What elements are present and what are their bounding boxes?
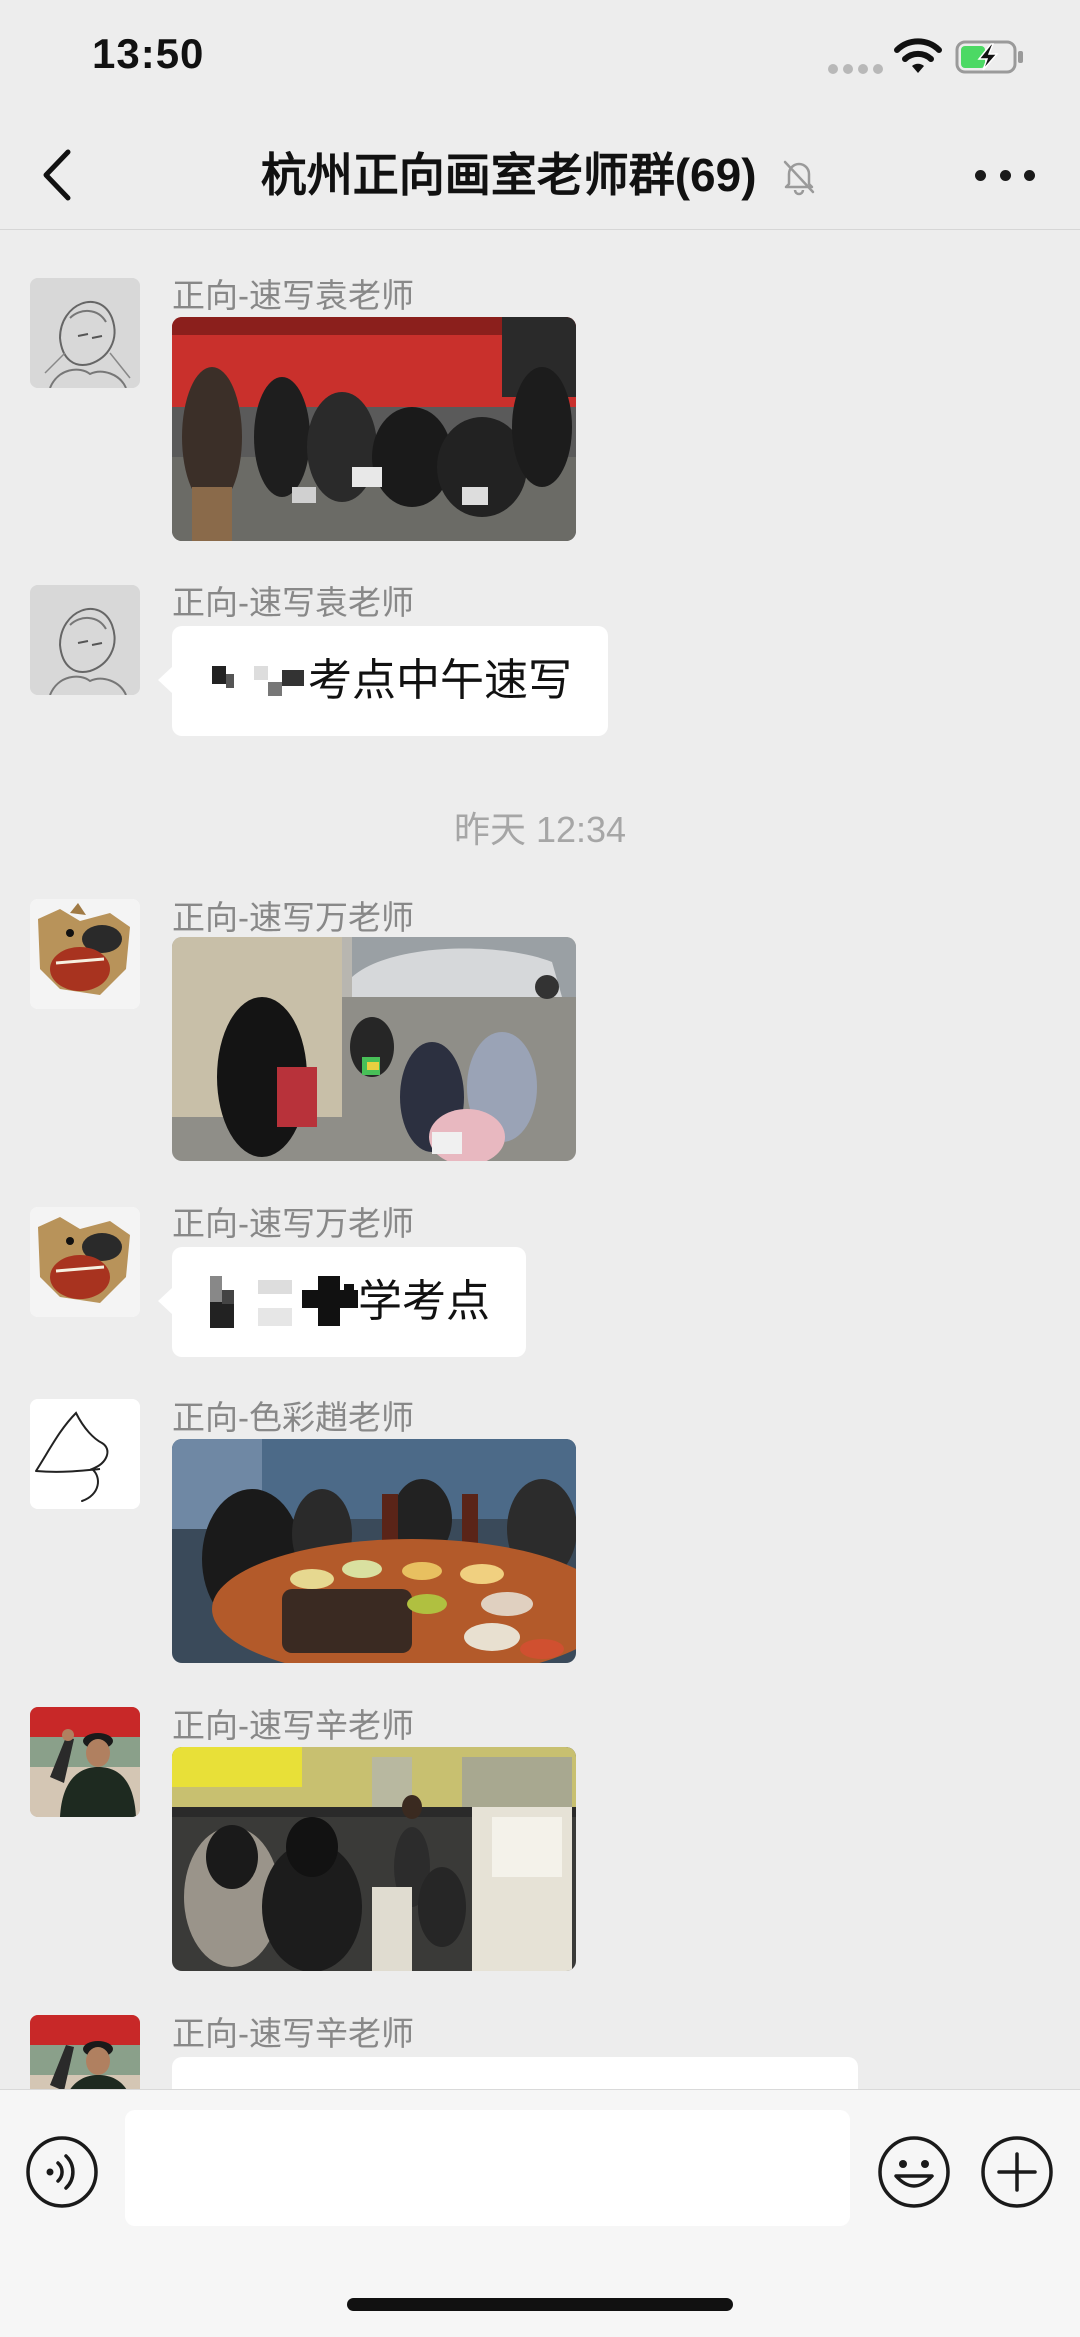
avatar[interactable] — [30, 2015, 140, 2089]
plus-circle-icon[interactable] — [979, 2134, 1055, 2210]
avatar[interactable] — [30, 1399, 140, 1509]
message-input[interactable] — [125, 2110, 850, 2226]
sender-name: 正向-速写袁老师 — [172, 277, 414, 314]
chat-title: 杭州正向画室老师群(69) — [260, 149, 757, 201]
mosaic-redaction — [212, 666, 304, 697]
avatar[interactable] — [30, 278, 140, 388]
dog-avatar-icon — [30, 1207, 140, 1317]
sender-name: 正向-速写辛老师 — [172, 2015, 414, 2052]
more-options-icon[interactable] — [975, 165, 1035, 185]
status-bar: 13:50 — [0, 0, 1080, 120]
avatar[interactable] — [30, 899, 140, 1009]
wifi-icon — [894, 38, 942, 73]
students-sketching-near-red-bus-photo — [172, 317, 576, 541]
sender-name: 正向-速写袁老师 — [172, 584, 414, 621]
image-message[interactable] — [172, 1747, 576, 1971]
message-text: 学考点 — [358, 1277, 490, 1326]
chat-title-row: 杭州正向画室老师群(69) — [0, 142, 1080, 208]
message-list[interactable]: 正向-速写袁老师 正向-速写袁老师 考点中午速写 昨天 12:34 正向-速写万… — [0, 231, 1080, 2089]
battery-charging-icon — [955, 40, 1023, 74]
status-time: 13:50 — [92, 30, 205, 77]
sender-name: 正向-速写辛老师 — [172, 1707, 414, 1744]
image-message[interactable] — [172, 937, 576, 1161]
home-indicator[interactable] — [347, 2298, 733, 2311]
students-in-bus-photo — [172, 1747, 576, 1971]
man-in-cap-avatar-icon — [30, 1707, 140, 1817]
sketch-portrait-avatar-icon — [30, 585, 140, 695]
sender-name: 正向-速写万老师 — [172, 1205, 414, 1242]
image-message[interactable] — [172, 317, 576, 541]
sender-name: 正向-速写万老师 — [172, 899, 414, 936]
avatar[interactable] — [30, 1207, 140, 1317]
dog-avatar-icon — [30, 899, 140, 1009]
text-bubble[interactable] — [172, 2057, 858, 2089]
line-drawing-avatar-icon — [30, 1399, 140, 1509]
students-eating-at-round-table-photo — [172, 1439, 576, 1663]
image-message[interactable] — [172, 1439, 576, 1663]
bell-slash-icon — [784, 160, 815, 196]
voice-input-icon[interactable] — [25, 2135, 99, 2209]
mosaic-redaction — [210, 1276, 358, 1329]
sketch-portrait-avatar-icon — [30, 278, 140, 388]
cellular-signal-icon — [828, 64, 883, 74]
timestamp: 昨天 12:34 — [453, 809, 627, 850]
text-bubble[interactable]: 考点中午速写 — [158, 626, 608, 736]
text-bubble[interactable]: 学考点 — [158, 1247, 526, 1357]
avatar[interactable] — [30, 585, 140, 695]
man-in-cap-avatar-icon — [30, 2015, 140, 2089]
chat-header: 杭州正向画室老师群(69) — [0, 120, 1080, 230]
emoji-icon[interactable] — [876, 2134, 952, 2210]
avatar[interactable] — [30, 1707, 140, 1817]
students-drawing-on-street-photo — [172, 937, 576, 1161]
sender-name: 正向-色彩趙老师 — [172, 1399, 414, 1436]
message-text: 考点中午速写 — [308, 656, 572, 705]
